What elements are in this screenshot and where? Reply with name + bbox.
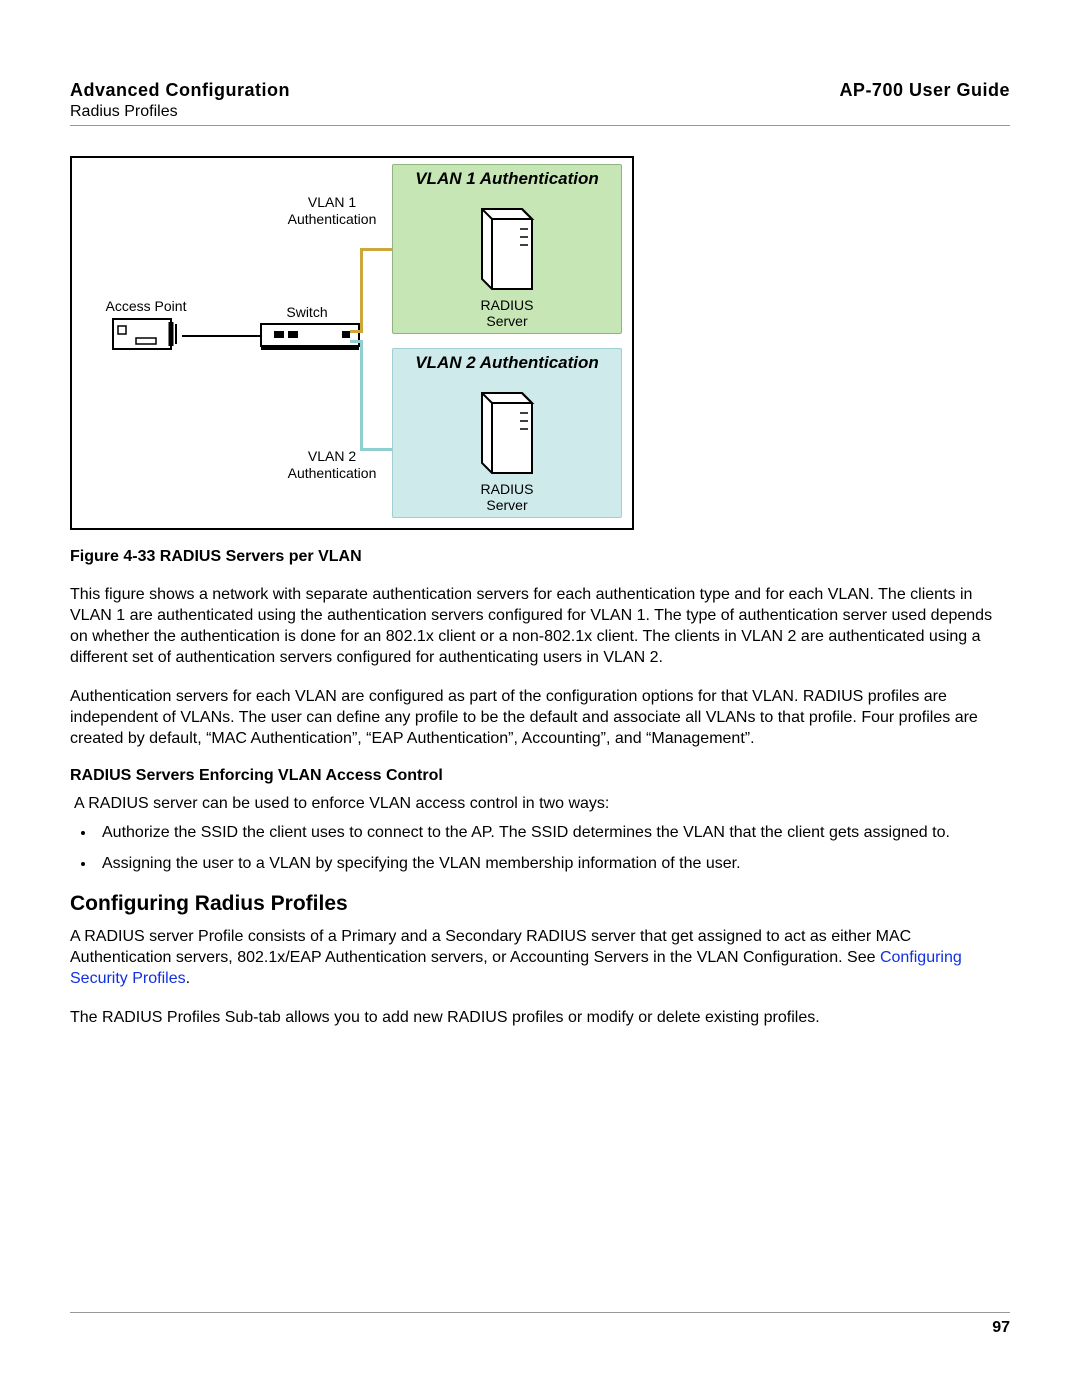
paragraph: A RADIUS server Profile consists of a Pr… xyxy=(70,926,1010,989)
vlan1-line2: Authentication xyxy=(288,211,377,227)
vlan2-title: VLAN 2 Authentication xyxy=(393,353,621,373)
radius-server-label: RADIUS Server xyxy=(393,297,621,329)
server-text: Server xyxy=(486,313,527,329)
wire-vlan1 xyxy=(360,248,392,251)
switch-label: Switch xyxy=(272,304,342,321)
page: Advanced Configuration Radius Profiles A… xyxy=(0,0,1080,1397)
section-title: Radius Profiles xyxy=(70,103,290,121)
vlan2-link-label: VLAN 2 Authentication xyxy=(272,448,392,482)
paragraph: The RADIUS Profiles Sub-tab allows you t… xyxy=(70,1007,1010,1028)
text: . xyxy=(186,970,190,987)
text: A RADIUS server Profile consists of a Pr… xyxy=(70,928,911,966)
wire-ap-switch xyxy=(182,335,260,337)
page-footer: 97 xyxy=(70,1312,1010,1337)
heading-configuring: Configuring Radius Profiles xyxy=(70,892,1010,916)
radius-server-icon xyxy=(472,383,542,479)
paragraph: Authentication servers for each VLAN are… xyxy=(70,686,1010,749)
page-header: Advanced Configuration Radius Profiles A… xyxy=(70,80,1010,126)
bullet-list: Authorize the SSID the client uses to co… xyxy=(96,822,1010,874)
list-item: Assigning the user to a VLAN by specifyi… xyxy=(96,853,1010,874)
list-item: Authorize the SSID the client uses to co… xyxy=(96,822,1010,843)
figure-caption: Figure 4-33 RADIUS Servers per VLAN xyxy=(70,548,1010,566)
document-title: AP-700 User Guide xyxy=(839,80,1010,101)
radius-text: RADIUS xyxy=(481,481,534,497)
access-point-label: Access Point xyxy=(96,298,196,315)
paragraph: This figure shows a network with separat… xyxy=(70,584,1010,668)
switch-icon xyxy=(260,323,360,351)
access-point-icon xyxy=(112,318,182,354)
radius-server-icon xyxy=(472,199,542,295)
vlan1-block: VLAN 1 Authentication RADIUS Server xyxy=(392,164,622,334)
vlan1-line1: VLAN 1 xyxy=(308,194,356,210)
wire-vlan1 xyxy=(360,248,363,333)
vlan2-line2: Authentication xyxy=(288,465,377,481)
paragraph: A RADIUS server can be used to enforce V… xyxy=(74,793,1010,814)
wire-vlan2 xyxy=(360,340,363,450)
subheading: RADIUS Servers Enforcing VLAN Access Con… xyxy=(70,767,1010,785)
wire-vlan2 xyxy=(360,448,392,451)
radius-server-label: RADIUS Server xyxy=(393,481,621,513)
vlan2-line1: VLAN 2 xyxy=(308,448,356,464)
vlan1-link-label: VLAN 1 Authentication xyxy=(272,194,392,228)
header-left: Advanced Configuration Radius Profiles xyxy=(70,80,290,121)
chapter-title: Advanced Configuration xyxy=(70,80,290,101)
radius-text: RADIUS xyxy=(481,297,534,313)
vlan2-block: VLAN 2 Authentication RADIUS Server xyxy=(392,348,622,518)
figure-diagram: VLAN 1 Authentication RADIUS Server VLAN… xyxy=(70,156,634,530)
server-text: Server xyxy=(486,497,527,513)
page-number: 97 xyxy=(992,1319,1010,1336)
vlan1-title: VLAN 1 Authentication xyxy=(393,169,621,189)
